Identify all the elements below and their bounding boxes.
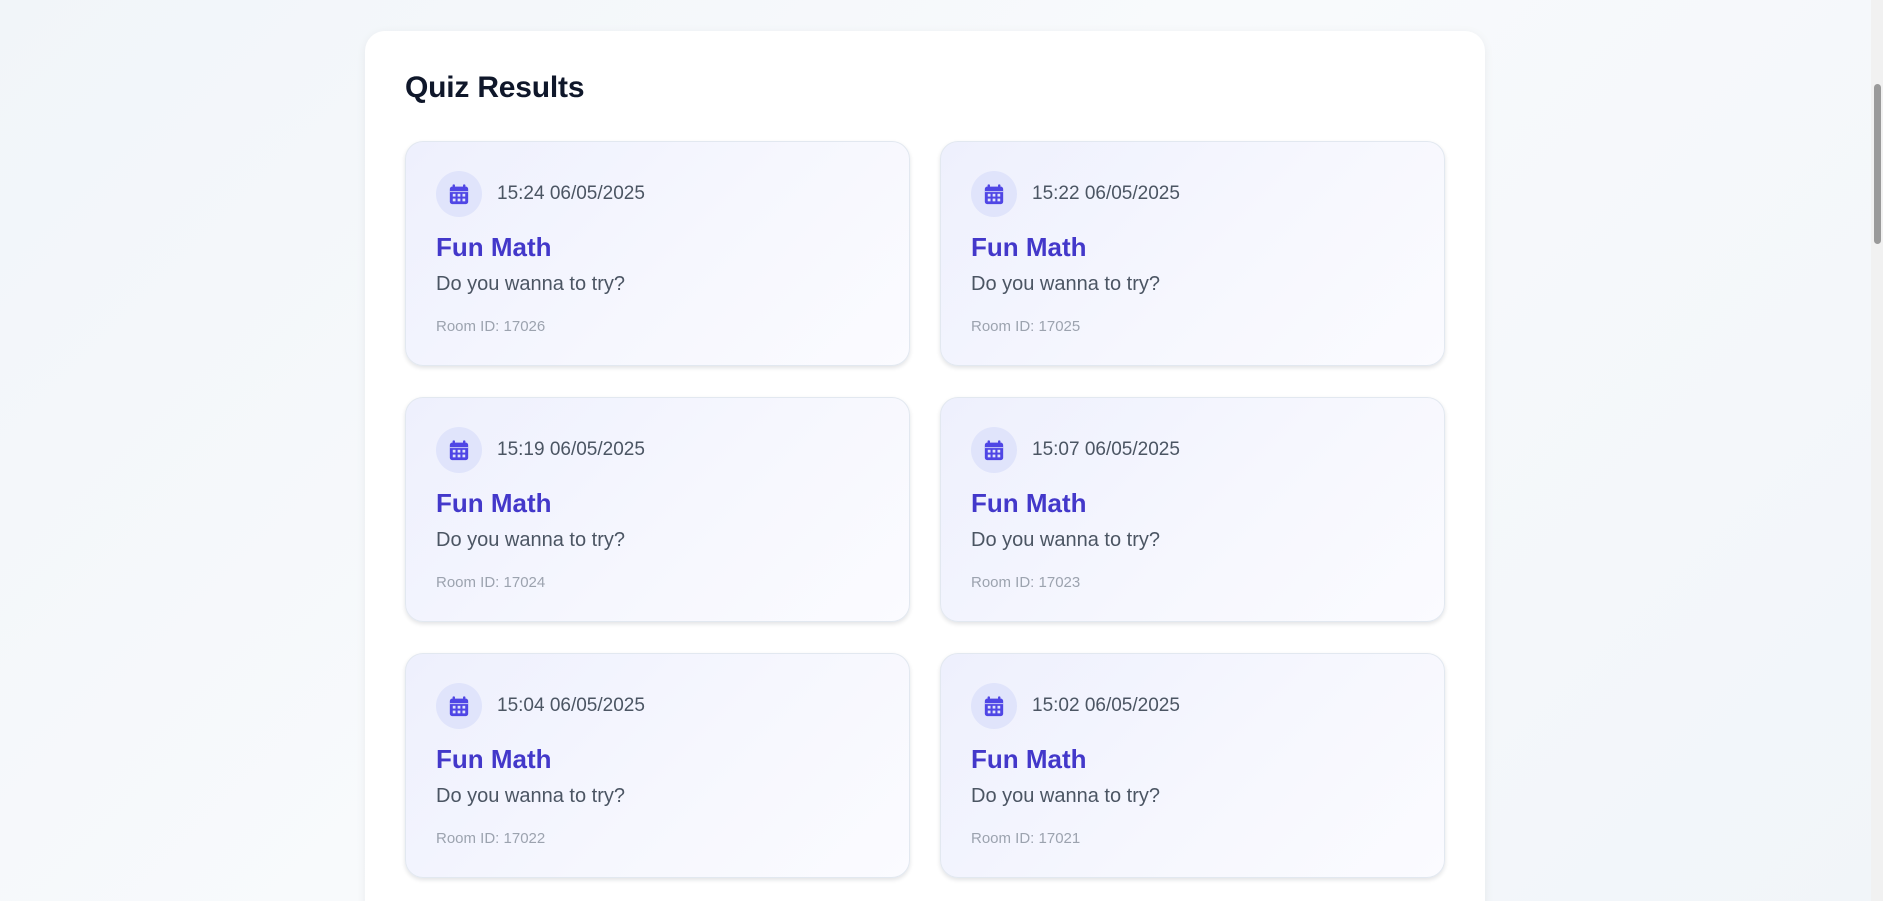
card-room-id: Room ID: 17021	[971, 830, 1081, 847]
card-date-row: 15:22 06/05/2025	[971, 171, 1180, 217]
calendar-icon	[436, 683, 482, 729]
card-description: Do you wanna to try?	[971, 273, 1160, 295]
card-datetime: 15:07 06/05/2025	[1032, 439, 1180, 460]
card-description: Do you wanna to try?	[436, 785, 625, 807]
card-title: Fun Math	[971, 488, 1087, 518]
calendar-icon	[436, 171, 482, 217]
card-datetime: 15:24 06/05/2025	[497, 183, 645, 204]
card-datetime: 15:19 06/05/2025	[497, 439, 645, 460]
card-date-row: 15:02 06/05/2025	[971, 683, 1180, 729]
card-room-id: Room ID: 17025	[971, 318, 1081, 335]
card-datetime: 15:02 06/05/2025	[1032, 695, 1180, 716]
card-date-row: 15:19 06/05/2025	[436, 427, 645, 473]
card-title: Fun Math	[971, 744, 1087, 774]
card-date-row: 15:04 06/05/2025	[436, 683, 645, 729]
card-description: Do you wanna to try?	[436, 273, 625, 295]
card-date-row: 15:24 06/05/2025	[436, 171, 645, 217]
card-description: Do you wanna to try?	[436, 529, 625, 551]
card-datetime: 15:22 06/05/2025	[1032, 183, 1180, 204]
card-datetime: 15:04 06/05/2025	[497, 695, 645, 716]
page: Quiz Results 15:24 06/05/2025 Fun Math D…	[0, 0, 1883, 901]
quiz-results-grid: 15:24 06/05/2025 Fun Math Do you wanna t…	[405, 141, 1445, 878]
quiz-result-card[interactable]: 15:22 06/05/2025 Fun Math Do you wanna t…	[940, 141, 1445, 366]
card-date-row: 15:07 06/05/2025	[971, 427, 1180, 473]
calendar-icon	[971, 427, 1017, 473]
quiz-result-card[interactable]: 15:07 06/05/2025 Fun Math Do you wanna t…	[940, 397, 1445, 622]
calendar-icon	[436, 427, 482, 473]
card-description: Do you wanna to try?	[971, 529, 1160, 551]
card-room-id: Room ID: 17022	[436, 830, 546, 847]
quiz-result-card[interactable]: 15:19 06/05/2025 Fun Math Do you wanna t…	[405, 397, 910, 622]
quiz-result-card[interactable]: 15:04 06/05/2025 Fun Math Do you wanna t…	[405, 653, 910, 878]
calendar-icon	[971, 683, 1017, 729]
card-title: Fun Math	[971, 232, 1087, 262]
quiz-result-card[interactable]: 15:24 06/05/2025 Fun Math Do you wanna t…	[405, 141, 910, 366]
quiz-results-panel: Quiz Results 15:24 06/05/2025 Fun Math D…	[365, 31, 1485, 901]
quiz-result-card[interactable]: 15:02 06/05/2025 Fun Math Do you wanna t…	[940, 653, 1445, 878]
scrollbar[interactable]	[1871, 0, 1883, 901]
scrollbar-thumb[interactable]	[1874, 84, 1881, 244]
page-title: Quiz Results	[405, 71, 585, 104]
card-room-id: Room ID: 17026	[436, 318, 546, 335]
calendar-icon	[971, 171, 1017, 217]
card-title: Fun Math	[436, 744, 552, 774]
card-title: Fun Math	[436, 488, 552, 518]
card-room-id: Room ID: 17024	[436, 574, 546, 591]
card-room-id: Room ID: 17023	[971, 574, 1081, 591]
card-title: Fun Math	[436, 232, 552, 262]
card-description: Do you wanna to try?	[971, 785, 1160, 807]
